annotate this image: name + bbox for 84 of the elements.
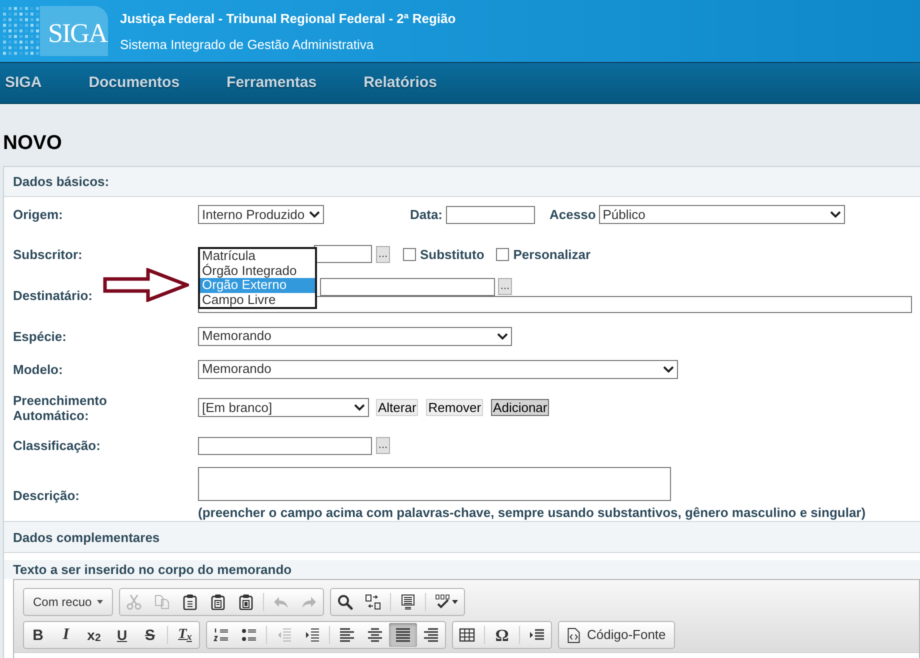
field-label: Espécie:: [13, 328, 66, 344]
browse-button[interactable]: ...: [498, 278, 512, 295]
date-field[interactable]: [446, 206, 535, 224]
logo: SIGA: [40, 6, 108, 56]
checkbox[interactable]: [403, 248, 416, 260]
text-field[interactable]: [320, 278, 495, 296]
field-label: Destinatário:: [13, 288, 92, 302]
field-label: Classificação:: [13, 438, 100, 453]
remove-format-button[interactable]: T$_{x}$: [171, 623, 199, 647]
menu-item[interactable]: Documentos: [88, 72, 180, 94]
description-field[interactable]: [198, 467, 671, 501]
browse-button[interactable]: ...: [376, 246, 390, 262]
align-center-icon: [367, 627, 383, 643]
strikethrough-button[interactable]: S: [136, 623, 164, 647]
action-button[interactable]: Remover: [426, 399, 484, 416]
field-label: Modelo:: [13, 362, 63, 376]
format-dropdown[interactable]: Com recuo: [24, 589, 112, 615]
outdent-icon: [276, 627, 292, 643]
species-select[interactable]: Memorando: [198, 326, 512, 346]
text-field[interactable]: [198, 436, 372, 454]
chevron-down-icon: [663, 366, 674, 372]
search-icon: [337, 594, 353, 610]
action-button[interactable]: Adicionar: [491, 399, 550, 416]
justify-icon: [395, 627, 411, 643]
access-select[interactable]: Público: [598, 205, 845, 224]
section-title: Dados básicos:: [13, 174, 110, 189]
document-lines-icon: [400, 594, 416, 610]
chevron-down-icon: [309, 211, 320, 218]
text-field[interactable]: [314, 245, 372, 263]
browse-button[interactable]: ...: [376, 437, 390, 454]
field-label: Subscritor:: [13, 246, 82, 262]
dropdown-option[interactable]: Campo Livre: [200, 292, 315, 307]
menu-item[interactable]: Relatórios: [364, 72, 437, 94]
indent-icon: [304, 627, 320, 643]
clipboard-icon: [182, 594, 198, 610]
header-title: Justiça Federal - Tribunal Regional Federal - 2ª Região: [120, 10, 456, 26]
dropdown-option[interactable]: Matrícula: [200, 249, 315, 264]
clipboard-icon: [238, 594, 254, 610]
scissors-icon: [126, 594, 142, 610]
undo-arrow-icon: [273, 596, 289, 608]
field-label: Descrição:: [13, 488, 80, 503]
document-code-icon: [567, 628, 580, 642]
field-label: Data:: [410, 207, 443, 222]
checkbox-label: Substituto: [420, 246, 484, 262]
field-label: Preenchimento Automático:: [13, 392, 108, 422]
hint-text: (preencher o campo acima com palavras-chave, sempre usando substantivos, gênero masculino e singular): [198, 505, 866, 520]
bulleted-list-icon: [241, 627, 257, 643]
chevron-down-icon: [830, 211, 841, 218]
align-right-icon: [423, 627, 439, 643]
redo-arrow-icon: [301, 596, 317, 608]
caret-icon: [97, 600, 103, 604]
checkbox[interactable]: [496, 248, 510, 260]
menu-item[interactable]: SIGA: [5, 72, 42, 94]
section-title: Dados complementares: [13, 530, 160, 544]
clipboard-icon: [210, 594, 226, 610]
dot-pattern-drawing: [2, 7, 40, 55]
subscript-button[interactable]: x$_{2}$: [80, 623, 108, 647]
table-icon: [459, 627, 475, 643]
chevron-down-icon: [354, 404, 365, 411]
field-label: Origem:: [13, 207, 63, 222]
origin-select[interactable]: Interno Produzido: [198, 205, 324, 224]
replace-icon: [365, 594, 381, 610]
bold-button[interactable]: B: [24, 623, 52, 647]
italic-button[interactable]: I: [52, 623, 80, 647]
menu-item[interactable]: Ferramentas: [226, 72, 317, 94]
checkbox-label: Personalizar: [513, 246, 591, 262]
special-character-button[interactable]: Ω: [488, 623, 516, 647]
caret-icon: [452, 600, 458, 604]
field-label: Acesso: [550, 207, 596, 222]
header-subtitle: Sistema Integrado de Gestão Administrativa: [120, 36, 375, 52]
source-button[interactable]: Código-Fonte: [559, 622, 674, 648]
align-left-icon: [339, 627, 355, 643]
chevron-down-icon: [497, 332, 508, 340]
dropdown-option[interactable]: Órgão Integrado: [200, 264, 315, 278]
spellcheck-icon: [435, 594, 451, 610]
underline-button[interactable]: U: [108, 623, 136, 647]
autofill-select[interactable]: [Em branco]: [198, 398, 369, 417]
numbered-list-icon: [213, 627, 229, 643]
page-title: NOVO: [3, 130, 62, 154]
model-select[interactable]: Memorando: [198, 360, 678, 378]
field-label: Texto a ser inserido no corpo do memorando: [13, 562, 292, 577]
copy-icon: [154, 594, 170, 610]
justify-button[interactable]: [389, 623, 417, 647]
action-button[interactable]: Alterar: [376, 399, 418, 416]
